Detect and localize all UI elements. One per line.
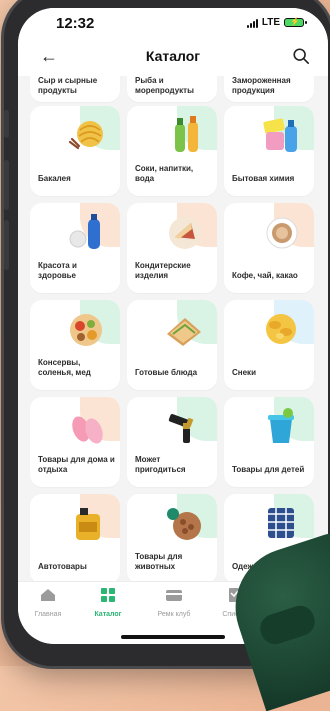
category-card-frozen[interactable]: Замороженная продукция [224, 76, 314, 102]
home-indicator [121, 635, 225, 639]
category-label: Автотовары [38, 562, 87, 571]
category-label: Товары для детей [232, 465, 305, 474]
batteries-icon [168, 414, 194, 443]
category-card-fish[interactable]: Рыба и морепродукты [127, 76, 217, 102]
category-card-grocery[interactable]: Бакалея [30, 106, 120, 196]
category-card-ready-meals[interactable]: Готовые блюда [127, 300, 217, 390]
status-bar: 12:32 LTE ⚡ [18, 8, 328, 38]
category-label: Бакалея [38, 174, 71, 183]
catalog-icon [101, 588, 115, 602]
category-label: Кондитерские изделия [135, 261, 191, 280]
category-label: Товары для дома и отдыха [38, 455, 115, 474]
category-card-confectionery[interactable]: Кондитерские изделия [127, 203, 217, 293]
category-label: Кофе, чай, какао [232, 271, 298, 280]
category-card-kids[interactable]: Товары для детей [224, 397, 314, 487]
motor-oil-icon [76, 508, 100, 540]
category-label: Рыба и морепродукты [135, 76, 194, 95]
tab-catalog[interactable]: Каталог [78, 588, 138, 618]
category-label: Может пригодиться [135, 455, 186, 474]
top-category-row: Сыр и сырные продукты Рыба и морепродукт… [30, 76, 318, 102]
card-icon [166, 590, 182, 601]
category-card-coffee-tea[interactable]: Кофе, чай, какао [224, 203, 314, 293]
category-label: Соки, напитки, вода [135, 164, 194, 183]
category-label: Красота и здоровье [38, 261, 77, 280]
tab-home[interactable]: Главная [18, 588, 78, 618]
category-label: Бытовая химия [232, 174, 295, 183]
category-card-canned[interactable]: Консервы, соленья, мед [30, 300, 120, 390]
network-label: LTE [261, 17, 280, 28]
canned-food-icon [70, 314, 102, 346]
category-label: Замороженная продукция [232, 76, 291, 95]
search-icon[interactable] [292, 47, 310, 65]
tab-label: Каталог [94, 611, 122, 618]
pet-food-icon [167, 508, 201, 540]
category-card-drinks[interactable]: Соки, напитки, вода [127, 106, 217, 196]
home-icon [41, 589, 55, 601]
category-label: Снеки [232, 368, 256, 377]
cleaning-supplies-icon [263, 118, 297, 152]
clothes-icon [268, 508, 294, 538]
category-card-snacks[interactable]: Снеки [224, 300, 314, 390]
kids-toys-icon [268, 408, 294, 443]
category-card-auto[interactable]: Автотовары [30, 494, 120, 581]
category-grid: Бакалея Соки, напитки, вода Бытовая хими… [30, 106, 318, 581]
category-card-pets[interactable]: Товары для животных [127, 494, 217, 581]
category-card-beauty[interactable]: Красота и здоровье [30, 203, 120, 293]
tab-label: Главная [34, 611, 62, 618]
pasta-icon [68, 121, 103, 150]
volume-down-button [4, 220, 9, 270]
mute-switch [4, 110, 9, 138]
category-label: Товары для животных [135, 552, 183, 571]
category-label: Готовые блюда [135, 368, 198, 377]
tab-club[interactable]: Ремк клуб [144, 588, 204, 618]
page-title: Каталог [145, 48, 201, 64]
cake-icon [169, 217, 201, 249]
tab-label: Ремк клуб [157, 611, 191, 618]
category-card-useful[interactable]: Может пригодиться [127, 397, 217, 487]
status-time: 12:32 [56, 15, 95, 32]
category-card-home-leisure[interactable]: Товары для дома и отдыха [30, 397, 120, 487]
juice-bottles-icon [175, 116, 198, 152]
slippers-icon [72, 416, 103, 444]
top-navigation-bar: ← Каталог [18, 38, 328, 76]
coffee-cup-icon [266, 217, 298, 249]
category-label: Консервы, соленья, мед [38, 358, 91, 377]
signal-icon [246, 18, 258, 28]
status-indicators: LTE ⚡ [246, 17, 307, 28]
catalog-content: Сыр и сырные продукты Рыба и морепродукт… [18, 76, 328, 581]
cosmetics-icon [69, 214, 100, 249]
category-card-cheese[interactable]: Сыр и сырные продукты [30, 76, 120, 102]
volume-up-button [4, 160, 9, 210]
battery-icon: ⚡ [284, 17, 307, 27]
category-label: Сыр и сырные продукты [38, 76, 98, 95]
chips-icon [266, 314, 296, 344]
sandwich-icon [167, 318, 201, 346]
category-card-household-chemicals[interactable]: Бытовая химия [224, 106, 314, 196]
